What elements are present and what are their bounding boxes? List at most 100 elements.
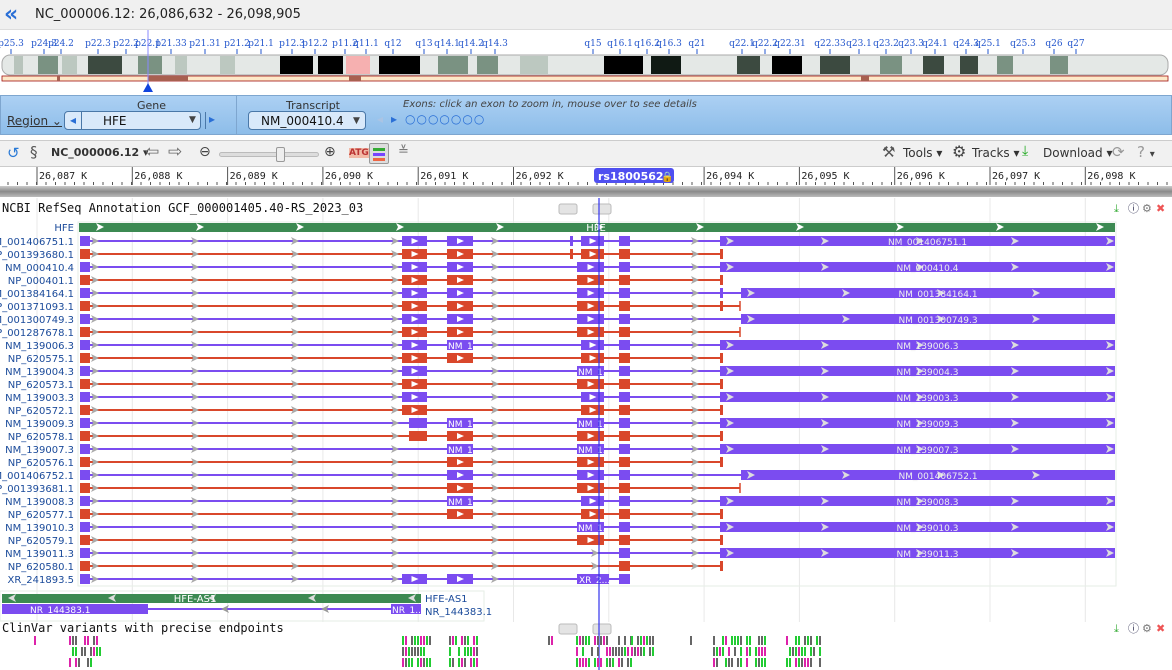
variant-mark[interactable] xyxy=(423,658,425,667)
variant-mark[interactable] xyxy=(761,658,763,667)
variant-mark[interactable] xyxy=(594,636,596,645)
variant-mark[interactable] xyxy=(470,658,472,667)
variant-mark[interactable] xyxy=(582,647,584,656)
band-label[interactable]: q14.1 xyxy=(434,39,460,49)
double-chevron-left-icon[interactable]: « xyxy=(4,2,18,27)
variant-mark[interactable] xyxy=(420,636,422,645)
exon[interactable] xyxy=(80,236,90,246)
exon[interactable] xyxy=(619,314,630,324)
transcript-label[interactable]: NP_620572.1 xyxy=(8,406,74,417)
variant-mark[interactable] xyxy=(755,658,757,667)
next-exon-icon[interactable]: ▸ xyxy=(391,112,397,126)
chromosome-band[interactable] xyxy=(737,56,760,74)
overview-scrollbar[interactable] xyxy=(0,186,1172,197)
band-label[interactable]: q16.1 xyxy=(607,39,633,49)
variant-mark[interactable] xyxy=(473,636,475,645)
undo-icon[interactable]: ↺ xyxy=(7,144,20,162)
variant-mark[interactable] xyxy=(591,647,593,656)
sequence-dropdown[interactable]: NC_000006.12 ▾ xyxy=(51,146,149,159)
variant-mark[interactable] xyxy=(807,636,809,645)
variant-mark[interactable] xyxy=(606,647,608,656)
band-label[interactable]: q25.1 xyxy=(975,39,1001,49)
band-label[interactable]: q22.33 xyxy=(814,39,846,49)
variant-mark[interactable] xyxy=(819,658,821,667)
chromosome-band[interactable] xyxy=(520,56,548,74)
variant-mark[interactable] xyxy=(87,658,89,667)
band-label[interactable]: q25.3 xyxy=(1010,39,1036,49)
transcript-label[interactable]: NP_620576.1 xyxy=(8,458,74,469)
variant-mark[interactable] xyxy=(816,636,818,645)
variant-mark[interactable] xyxy=(414,636,416,645)
variant-mark[interactable] xyxy=(798,647,800,656)
variant-mark[interactable] xyxy=(90,647,92,656)
transcript-label[interactable]: NP_000401.1 xyxy=(8,276,74,287)
variant-mark[interactable] xyxy=(795,636,797,645)
exon[interactable] xyxy=(80,379,90,389)
exon[interactable] xyxy=(619,561,630,571)
variant-mark[interactable] xyxy=(461,658,463,667)
exon[interactable] xyxy=(80,470,90,480)
variant-mark[interactable] xyxy=(429,636,431,645)
variant-mark[interactable] xyxy=(420,647,422,656)
variant-mark[interactable] xyxy=(93,636,95,645)
transcript-label[interactable]: NP_001393681.1 xyxy=(0,484,74,495)
exon[interactable] xyxy=(720,431,723,441)
band-label[interactable]: p25.3 xyxy=(0,39,24,49)
chromosome-band[interactable] xyxy=(438,56,468,74)
zoom-in-icon[interactable]: ⊕ xyxy=(324,144,336,160)
band-label[interactable]: p12.2 xyxy=(302,39,328,49)
exon[interactable] xyxy=(570,249,573,259)
variant-mark[interactable] xyxy=(722,647,724,656)
chromosome-band[interactable] xyxy=(820,56,850,74)
band-label[interactable]: q21 xyxy=(688,39,705,49)
variant-mark[interactable] xyxy=(637,647,639,656)
variant-mark[interactable] xyxy=(810,647,812,656)
exon[interactable] xyxy=(80,405,90,415)
variant-mark[interactable] xyxy=(96,636,98,645)
exon[interactable] xyxy=(619,353,630,363)
variant-mark[interactable] xyxy=(722,636,724,645)
variant-mark[interactable] xyxy=(579,658,581,667)
exon[interactable] xyxy=(80,574,90,584)
variant-mark[interactable] xyxy=(464,647,466,656)
exon[interactable] xyxy=(409,431,427,441)
exon[interactable] xyxy=(619,574,630,584)
band-label[interactable]: q23.2 xyxy=(873,39,899,49)
exon[interactable] xyxy=(619,392,630,402)
band-label[interactable]: p21.1 xyxy=(248,39,274,49)
variant-mark[interactable] xyxy=(551,636,553,645)
variant-mark[interactable] xyxy=(476,658,478,667)
variant-mark[interactable] xyxy=(603,636,605,645)
settings-icon[interactable]: ⚙ xyxy=(1142,622,1152,635)
variant-mark[interactable] xyxy=(449,636,451,645)
variant-mark[interactable] xyxy=(452,658,454,667)
exon[interactable] xyxy=(720,275,723,285)
variant-mark[interactable] xyxy=(464,636,466,645)
marker-label[interactable]: rs1800562 xyxy=(598,170,664,183)
variant-mark[interactable] xyxy=(90,658,92,667)
transcript-label[interactable]: NR_144383.1 xyxy=(425,607,492,618)
variant-mark[interactable] xyxy=(449,658,451,667)
exon[interactable] xyxy=(619,457,630,467)
gene-selector[interactable]: ◂ HFE ▼ xyxy=(64,111,206,130)
variant-mark[interactable] xyxy=(795,647,797,656)
band-label[interactable]: q15 xyxy=(584,39,601,49)
variant-mark[interactable] xyxy=(467,647,469,656)
transcript-label[interactable]: NM_139010.3 xyxy=(5,523,74,534)
variant-mark[interactable] xyxy=(819,647,821,656)
transcript-label[interactable]: NM_139006.3 xyxy=(5,341,74,352)
exon[interactable] xyxy=(720,288,723,298)
variant-mark[interactable] xyxy=(789,658,791,667)
exon[interactable] xyxy=(619,483,630,493)
variant-mark[interactable] xyxy=(807,658,809,667)
variant-mark[interactable] xyxy=(634,647,636,656)
variant-mark[interactable] xyxy=(631,636,633,645)
variant-mark[interactable] xyxy=(801,647,803,656)
chromosome-band[interactable] xyxy=(960,56,978,74)
chromosome-band[interactable] xyxy=(379,56,420,74)
transcript-label[interactable]: NP_620578.1 xyxy=(8,432,74,443)
variant-mark[interactable] xyxy=(640,636,642,645)
variant-mark[interactable] xyxy=(637,636,639,645)
variant-mark[interactable] xyxy=(640,647,642,656)
variant-mark[interactable] xyxy=(458,658,460,667)
